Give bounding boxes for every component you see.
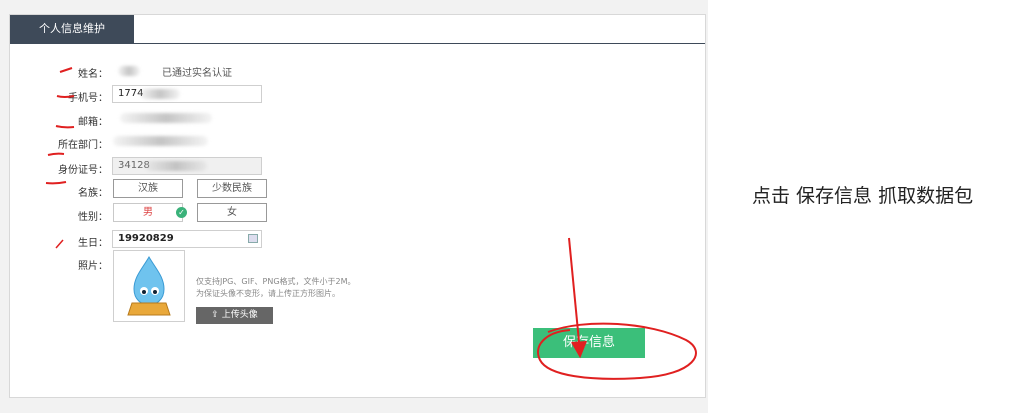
birthday-label: 生日：	[78, 238, 108, 249]
phone-input[interactable]: 1774	[112, 85, 262, 103]
idcard-label: 身份证号：	[58, 165, 108, 176]
ethnicity-label: 名族：	[78, 188, 108, 199]
phone-blurred	[140, 89, 180, 99]
email-value-blurred	[120, 113, 212, 123]
gender-option-male[interactable]: 男	[113, 203, 183, 222]
birthday-input[interactable]: 19920829	[112, 230, 262, 248]
department-value-blurred	[113, 136, 208, 146]
email-label: 邮箱：	[78, 117, 108, 128]
save-info-button[interactable]: 保存信息	[533, 328, 645, 358]
instruction-note: 点击 保存信息 抓取数据包	[752, 185, 974, 207]
ethnicity-option-han[interactable]: 汉族	[113, 179, 183, 198]
name-label: 姓名：	[78, 69, 108, 80]
idcard-blurred	[145, 161, 207, 171]
photo-hint-2: 为保证头像不变形，请上传正方形图片。	[196, 289, 340, 298]
calendar-icon[interactable]	[248, 234, 258, 243]
department-label: 所在部门：	[58, 140, 108, 151]
photo-hint-1: 仅支持JPG、GIF、PNG格式，文件小于2M。	[196, 277, 356, 286]
tab-underline	[10, 43, 705, 44]
photo-label: 照片：	[78, 261, 108, 272]
tab-personal-info[interactable]: 个人信息维护	[10, 15, 134, 43]
phone-label: 手机号：	[68, 93, 108, 104]
name-value-blurred	[118, 66, 140, 76]
gender-option-female[interactable]: 女	[197, 203, 267, 222]
ethnicity-option-minority[interactable]: 少数民族	[197, 179, 267, 198]
upload-icon: ⇪	[211, 310, 219, 320]
screenshot-area: 个人信息维护 姓名： 已通过实名认证 手机号： 1774 邮箱： 所在部门： 身…	[0, 0, 708, 413]
upload-avatar-button[interactable]: ⇪ 上传头像	[196, 307, 273, 324]
avatar-mascot-icon	[127, 256, 171, 316]
checkmark-icon: ✓	[176, 207, 187, 218]
verified-status: 已通过实名认证	[162, 68, 232, 79]
avatar-preview	[113, 250, 185, 322]
gender-label: 性别：	[78, 212, 108, 223]
birthday-value: 19920829	[118, 233, 174, 244]
upload-button-label: 上传头像	[221, 310, 258, 320]
